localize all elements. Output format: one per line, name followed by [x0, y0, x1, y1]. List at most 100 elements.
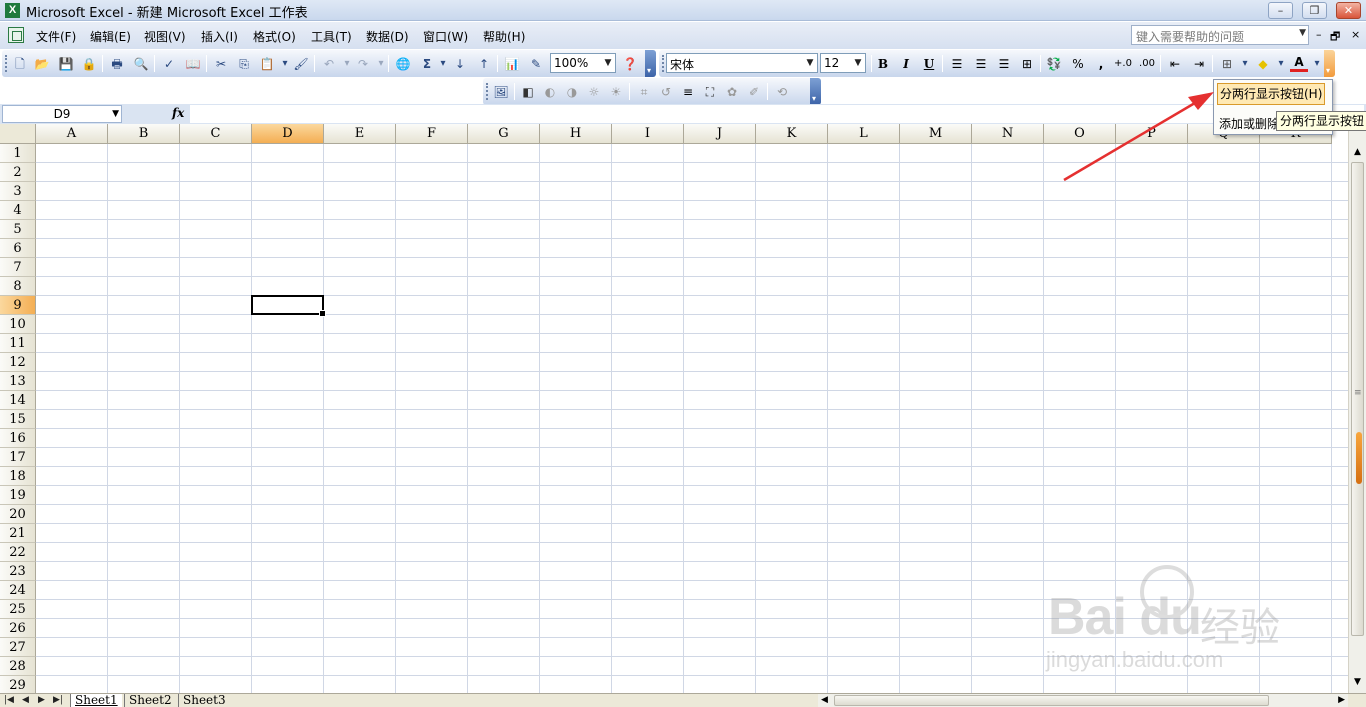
decrease-decimal-icon[interactable]: .00	[1138, 55, 1156, 73]
cut-icon[interactable]: ✂	[212, 55, 230, 73]
increase-decimal-icon[interactable]: +.0	[1114, 55, 1132, 73]
insert-picture-icon[interactable]: 🖼	[492, 83, 510, 101]
column-header-c[interactable]: C	[180, 124, 252, 144]
font-color-button[interactable]: A	[1290, 55, 1308, 72]
align-left-icon[interactable]: ☰	[948, 55, 966, 73]
reset-picture-icon[interactable]: ⟲	[773, 83, 791, 101]
menu-format[interactable]: 格式(O)	[253, 28, 296, 45]
chevron-down-icon[interactable]: ▼	[851, 54, 865, 72]
horizontal-scrollbar[interactable]: ◀ ▶	[818, 694, 1348, 707]
menu-edit[interactable]: 编辑(E)	[90, 28, 131, 45]
borders-dropdown-icon[interactable]: ▾	[1236, 55, 1254, 73]
fill-color-icon[interactable]: ◆	[1254, 55, 1272, 73]
redo-icon[interactable]: ↷	[354, 55, 372, 73]
scroll-right-icon[interactable]: ▶	[1338, 694, 1345, 707]
next-sheet-icon[interactable]: ▶	[38, 694, 45, 707]
row-header-16[interactable]: 16	[0, 429, 36, 448]
row-header-2[interactable]: 2	[0, 163, 36, 182]
select-all-corner[interactable]	[0, 124, 36, 144]
less-contrast-icon[interactable]: ◑	[563, 83, 581, 101]
more-brightness-icon[interactable]: ☼	[585, 83, 603, 101]
bold-button[interactable]: B	[874, 55, 892, 73]
scroll-left-icon[interactable]: ◀	[821, 694, 828, 707]
menu-insert[interactable]: 插入(I)	[201, 28, 238, 45]
crop-icon[interactable]: ⌗	[635, 83, 653, 101]
menu-view[interactable]: 视图(V)	[144, 28, 186, 45]
row-header-1[interactable]: 1	[0, 144, 36, 163]
compress-pictures-icon[interactable]: ⛶	[701, 83, 719, 101]
increase-indent-icon[interactable]: ⇥	[1190, 55, 1208, 73]
line-style-icon[interactable]: ≡	[679, 83, 697, 101]
row-header-28[interactable]: 28	[0, 657, 36, 676]
align-center-icon[interactable]: ☰	[972, 55, 990, 73]
chevron-down-icon[interactable]: ▼	[112, 106, 119, 122]
open-icon[interactable]: 📂	[33, 55, 51, 73]
comma-button[interactable]: ,	[1092, 55, 1110, 73]
column-header-j[interactable]: J	[684, 124, 756, 144]
hyperlink-icon[interactable]: 🌐	[394, 55, 412, 73]
toolbar-options-button[interactable]	[810, 78, 821, 105]
column-header-m[interactable]: M	[900, 124, 972, 144]
research-icon[interactable]: 📖	[184, 55, 202, 73]
sort-descending-icon[interactable]: ↑	[475, 55, 493, 73]
row-header-19[interactable]: 19	[0, 486, 36, 505]
insert-function-icon[interactable]: fx	[172, 106, 184, 120]
row-header-10[interactable]: 10	[0, 315, 36, 334]
font-select[interactable]: 宋体 ▼	[666, 53, 818, 73]
column-header-d[interactable]: D	[252, 124, 324, 144]
chevron-down-icon[interactable]: ▼	[1299, 28, 1306, 38]
menu-data[interactable]: 数据(D)	[366, 28, 409, 45]
color-icon[interactable]: ◧	[519, 83, 537, 101]
italic-button[interactable]: I	[897, 55, 915, 73]
print-preview-icon[interactable]: 🔍	[132, 55, 150, 73]
help-icon[interactable]: ❓	[621, 55, 639, 73]
row-header-22[interactable]: 22	[0, 543, 36, 562]
column-header-i[interactable]: I	[612, 124, 684, 144]
column-header-o[interactable]: O	[1044, 124, 1116, 144]
drawing-icon[interactable]: ✎	[527, 55, 545, 73]
vertical-scroll-thumb[interactable]	[1351, 162, 1364, 636]
row-header-24[interactable]: 24	[0, 581, 36, 600]
first-sheet-icon[interactable]: |◀	[4, 694, 14, 707]
format-painter-icon[interactable]: 🖌	[292, 55, 310, 73]
column-header-k[interactable]: K	[756, 124, 828, 144]
new-icon[interactable]: 🗋	[11, 55, 29, 73]
excel-app-icon[interactable]: X	[5, 3, 20, 18]
menu-tools[interactable]: 工具(T)	[311, 28, 352, 45]
underline-button[interactable]: U	[920, 55, 938, 73]
sheet-tab-1[interactable]: Sheet1	[70, 694, 122, 707]
horizontal-scroll-thumb[interactable]	[834, 695, 1269, 706]
chevron-down-icon[interactable]: ▼	[803, 54, 817, 72]
toolbar-options-button[interactable]	[645, 50, 656, 77]
last-sheet-icon[interactable]: ▶|	[53, 694, 63, 707]
formula-input[interactable]	[190, 105, 1364, 123]
row-header-3[interactable]: 3	[0, 182, 36, 201]
font-size-select[interactable]: 12 ▼	[820, 53, 866, 73]
paste-icon[interactable]: 📋	[258, 55, 276, 73]
row-header-20[interactable]: 20	[0, 505, 36, 524]
doc-close-button[interactable]: ×	[1351, 28, 1360, 41]
show-buttons-two-rows-item[interactable]: 分两行显示按钮(H)	[1217, 83, 1326, 105]
chevron-down-icon[interactable]: ▼	[601, 54, 615, 72]
fill-color-dropdown-icon[interactable]: ▾	[1272, 55, 1290, 73]
column-header-b[interactable]: B	[108, 124, 180, 144]
less-brightness-icon[interactable]: ☀	[607, 83, 625, 101]
align-right-icon[interactable]: ☰	[995, 55, 1013, 73]
column-header-p[interactable]: P	[1116, 124, 1188, 144]
column-header-n[interactable]: N	[972, 124, 1044, 144]
row-header-5[interactable]: 5	[0, 220, 36, 239]
help-question-input[interactable]: 键入需要帮助的问题 ▼	[1131, 25, 1309, 45]
row-header-4[interactable]: 4	[0, 201, 36, 220]
print-icon[interactable]: 🖶	[108, 55, 126, 73]
menu-help[interactable]: 帮助(H)	[483, 28, 525, 45]
doc-minimize-button[interactable]: –	[1316, 28, 1322, 41]
column-header-l[interactable]: L	[828, 124, 900, 144]
rotate-icon[interactable]: ↺	[657, 83, 675, 101]
toolbar-grip[interactable]	[662, 55, 664, 72]
toolbar-grip[interactable]	[5, 55, 7, 72]
add-remove-buttons-item[interactable]: 添加或删除	[1219, 115, 1279, 132]
row-header-7[interactable]: 7	[0, 258, 36, 277]
save-icon[interactable]: 💾	[57, 55, 75, 73]
autosum-dropdown-icon[interactable]: ▾	[434, 55, 452, 73]
minimize-button[interactable]: –	[1268, 2, 1293, 19]
